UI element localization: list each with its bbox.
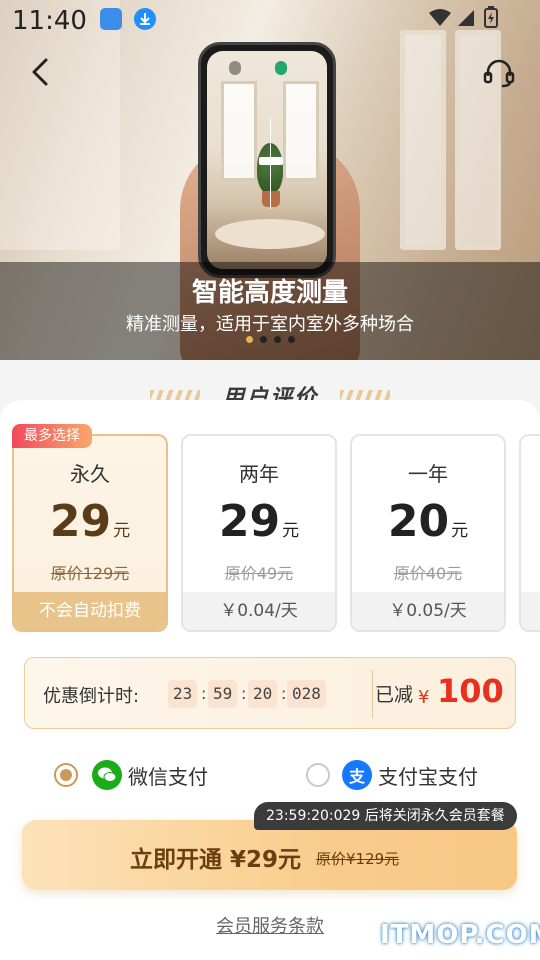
signal-icon bbox=[458, 10, 474, 26]
slide-title: 智能高度测量 bbox=[191, 278, 348, 308]
slide-caption: 智能高度测量 精准测量，适用于室内室外多种场合 bbox=[0, 262, 540, 360]
phone-pill-right bbox=[275, 61, 287, 75]
customer-service-icon[interactable] bbox=[482, 56, 516, 90]
best-choice-badge: 最多选择 bbox=[12, 424, 92, 448]
alipay-radio[interactable] bbox=[306, 763, 330, 787]
download-icon bbox=[134, 8, 156, 30]
phone-window bbox=[221, 81, 257, 181]
plan-price-value: 29 bbox=[218, 496, 281, 547]
plan-footer: 不会自动扣费 bbox=[14, 592, 166, 630]
phone-mockup bbox=[198, 42, 336, 278]
status-bar: 11:40 bbox=[0, 0, 540, 42]
plan-price-unit: 元 bbox=[282, 521, 300, 541]
phone-rug bbox=[215, 219, 325, 249]
background-window bbox=[400, 30, 446, 250]
countdown-label: 优惠倒计时: bbox=[43, 686, 140, 707]
plan-original-price: 原价129元 bbox=[50, 564, 130, 583]
plan-name: 两年 bbox=[239, 462, 279, 486]
plan-original-price: 原价49元 bbox=[224, 564, 294, 583]
plan-original-price: 原价40元 bbox=[393, 564, 463, 583]
countdown-colon: : bbox=[281, 684, 287, 703]
wifi-icon bbox=[429, 9, 451, 26]
phone-pill-left bbox=[229, 61, 241, 75]
status-time: 11:40 bbox=[12, 6, 87, 36]
alipay-label: 支付宝支付 bbox=[378, 764, 478, 789]
watermark-logo: ITMOP.COM bbox=[380, 920, 540, 950]
plan-card-one-year[interactable]: 一年 20 元 原价40元 ￥0.05/天 bbox=[350, 434, 506, 632]
reduced-amount: 100 bbox=[437, 672, 504, 710]
wechat-label: 微信支付 bbox=[128, 764, 208, 789]
plan-price-unit: 元 bbox=[113, 521, 131, 541]
countdown-minutes: 59 bbox=[208, 680, 238, 708]
countdown-seconds: 20 bbox=[248, 680, 278, 708]
plan-price-value: 20 bbox=[387, 496, 450, 547]
wechat-radio[interactable] bbox=[54, 763, 78, 787]
carousel-dot[interactable] bbox=[274, 336, 281, 343]
plan-price: 29 元 bbox=[14, 496, 166, 547]
plan-name: 一年 bbox=[408, 462, 448, 486]
plan-price-value: 29 bbox=[49, 496, 112, 547]
countdown-divider bbox=[372, 670, 373, 718]
plan-price-unit: 元 bbox=[451, 521, 469, 541]
plan-footer: ￥0.04/天 bbox=[183, 592, 335, 630]
subscribe-button[interactable]: 立即开通 ¥29元 原价¥129元 bbox=[22, 820, 517, 890]
pay-option-alipay[interactable]: 支 支付宝支付 bbox=[306, 758, 478, 792]
alipay-icon: 支 bbox=[342, 760, 372, 790]
reduced-label: 已减 bbox=[375, 684, 414, 706]
carousel-dots[interactable] bbox=[246, 336, 295, 343]
countdown-hours: 23 bbox=[168, 680, 198, 708]
phone-pot bbox=[262, 191, 280, 207]
countdown-colon: : bbox=[241, 684, 247, 703]
subscribe-original-price: 原价¥129元 bbox=[316, 848, 399, 869]
wechat-icon bbox=[92, 760, 122, 790]
pay-option-wechat[interactable]: 微信支付 bbox=[54, 758, 208, 792]
hero-banner[interactable]: 智能高度测量 精准测量，适用于室内室外多种场合 bbox=[0, 0, 540, 360]
carousel-dot[interactable] bbox=[246, 336, 253, 343]
carousel-dot[interactable] bbox=[260, 336, 267, 343]
battery-icon bbox=[484, 6, 498, 28]
countdown-ms: 028 bbox=[287, 680, 326, 708]
reduced-currency: ¥ bbox=[418, 687, 430, 708]
measure-label bbox=[259, 157, 283, 165]
slide-subtitle: 精准测量，适用于室内室外多种场合 bbox=[126, 314, 414, 335]
plan-price: 29 元 bbox=[183, 496, 335, 547]
phone-window bbox=[283, 81, 319, 181]
plan-card-lifetime[interactable]: 永久 29 元 原价129元 不会自动扣费 bbox=[12, 434, 168, 632]
countdown-colon: : bbox=[201, 684, 207, 703]
weather-app-icon bbox=[100, 8, 122, 30]
expiry-hint-bubble: 23:59:20:029 后将关闭永久会员套餐 bbox=[254, 802, 517, 830]
subscribe-label: 立即开通 ¥29元 bbox=[130, 847, 302, 873]
back-arrow-icon[interactable] bbox=[26, 56, 56, 88]
plan-name: 永久 bbox=[70, 462, 110, 486]
purchase-sheet: 最多选择 永久 29 元 原价129元 不会自动扣费 两年 29 元 原价49元 ￥… bbox=[0, 400, 540, 960]
plan-footer: ￥0.05/天 bbox=[352, 592, 504, 630]
plan-card-two-years[interactable]: 两年 29 元 原价49元 ￥0.04/天 bbox=[181, 434, 337, 632]
plan-price: 20 元 bbox=[352, 496, 504, 547]
subscribe-original-value: 原价¥129元 bbox=[316, 850, 400, 868]
phone-screen bbox=[207, 51, 327, 269]
plan-footer bbox=[521, 592, 540, 630]
countdown-box: 优惠倒计时: 23 : 59 : 20 : 028 已减 ¥ 100 bbox=[24, 657, 516, 729]
carousel-dot[interactable] bbox=[288, 336, 295, 343]
plan-card-partial[interactable] bbox=[519, 434, 540, 632]
